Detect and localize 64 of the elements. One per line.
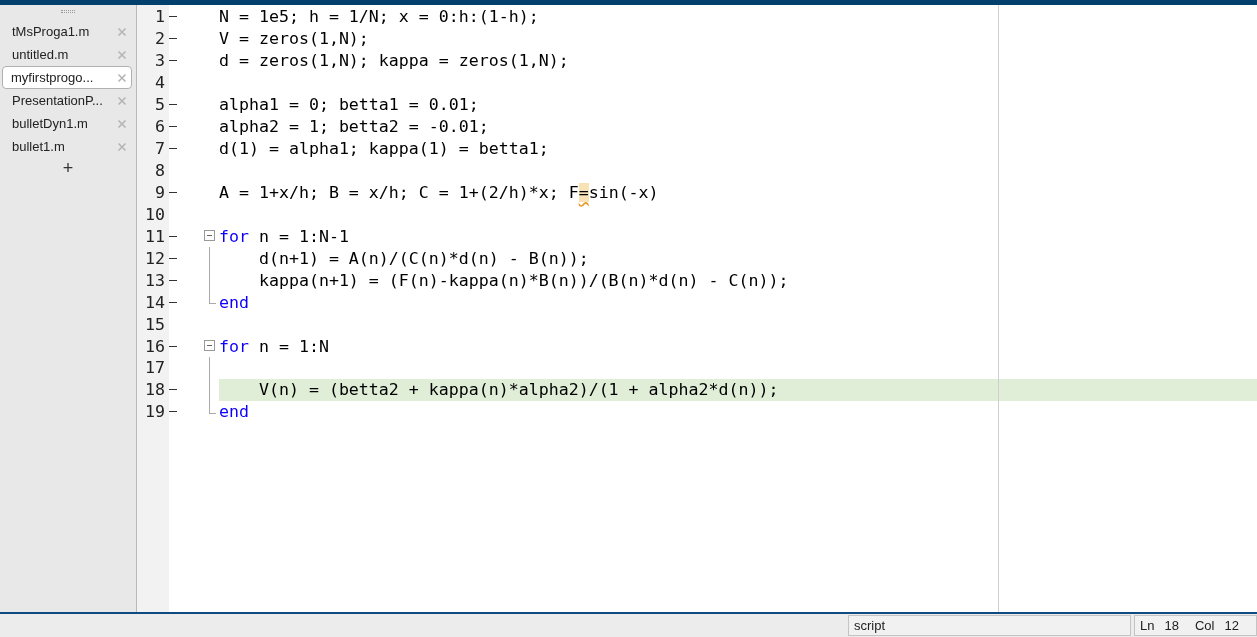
code-line: end	[219, 292, 249, 312]
resize-grip[interactable]	[61, 10, 75, 13]
file-tab[interactable]: bulletDyn1.m	[6, 112, 132, 135]
breakpoint-marker[interactable]	[169, 235, 177, 237]
line-number: 18	[144, 380, 165, 400]
line-number: 5	[154, 95, 165, 115]
code-line: d(1) = alpha1; kappa(1) = betta1;	[219, 139, 549, 159]
file-tab[interactable]: PresentationP...	[6, 89, 132, 112]
file-type-field: script	[848, 615, 1131, 636]
line-number: 8	[154, 161, 165, 181]
code-line: d(n+1) = A(n)/(C(n)*d(n) - B(n));	[257, 248, 589, 268]
new-tab-button[interactable]: +	[58, 158, 78, 178]
line-number: 15	[144, 314, 165, 334]
breakpoint-marker[interactable]	[169, 16, 177, 18]
line-label: Ln	[1140, 618, 1155, 633]
code-line: V = zeros(1,N);	[219, 29, 369, 49]
line-number: 1	[154, 7, 165, 27]
file-tab[interactable]: tMsProga1.m	[6, 20, 132, 43]
line-number: 3	[154, 51, 165, 71]
line-number: 2	[154, 29, 165, 49]
line-number: 16	[144, 336, 165, 356]
file-tab[interactable]: myfirstprogo...	[2, 66, 132, 89]
fold-toggle-icon[interactable]	[204, 340, 215, 352]
column-label: Col	[1194, 618, 1215, 633]
code-line: for n = 1:N	[219, 336, 329, 356]
fold-end-line	[209, 400, 216, 414]
line-number: 12	[144, 248, 165, 268]
code-line: alpha2 = 1; betta2 = -0.01;	[219, 117, 489, 137]
line-number: 14	[144, 292, 165, 312]
breakpoint-marker[interactable]	[169, 345, 177, 347]
code-line: for n = 1:N-1	[219, 226, 349, 246]
breakpoint-marker[interactable]	[169, 60, 177, 62]
line-number: 13	[144, 270, 165, 290]
line-number: 10	[144, 204, 165, 224]
line-number: 17	[144, 358, 165, 378]
breakpoint-marker[interactable]	[169, 38, 177, 40]
breakpoint-marker[interactable]	[169, 301, 177, 303]
line-number: 18	[1164, 618, 1179, 633]
line-number: 4	[154, 73, 165, 93]
code-line: d = zeros(1,N); kappa = zeros(1,N);	[219, 51, 569, 71]
line-number: 6	[154, 117, 165, 137]
breakpoint-marker[interactable]	[169, 148, 177, 150]
breakpoint-marker[interactable]	[169, 411, 177, 413]
file-tab[interactable]: untitled.m	[6, 43, 132, 66]
breakpoint-marker[interactable]	[169, 257, 177, 259]
line-number: 19	[144, 402, 165, 422]
fold-end-line	[209, 291, 216, 305]
breakpoint-marker[interactable]	[169, 104, 177, 106]
code-line: end	[219, 402, 249, 422]
code-line: kappa(n+1) = (F(n)-kappa(n)*B(n))/(B(n)*d(n) - C(n));	[257, 270, 789, 290]
code-line: alpha1 = 0; betta1 = 0.01;	[219, 95, 479, 115]
breakpoint-marker[interactable]	[169, 279, 177, 281]
code-line: V(n) = (betta2 + kappa(n)*alpha2)/(1 + alpha2*d(n));	[257, 380, 779, 400]
code-line: N = 1e5; h = 1/N; x = 0:h:(1-h);	[219, 7, 539, 27]
breakpoint-marker[interactable]	[169, 389, 177, 391]
breakpoint-marker[interactable]	[169, 126, 177, 128]
line-number: 7	[154, 139, 165, 159]
column-number: 12	[1224, 618, 1239, 633]
line-number: 11	[144, 226, 165, 246]
fold-toggle-icon[interactable]	[204, 230, 215, 242]
line-number: 9	[154, 182, 165, 202]
file-tab[interactable]: bullet1.m	[6, 135, 132, 158]
code-line: A = 1+x/h; B = x/h; C = 1+(2/h)*x; F=sin(-x)	[219, 182, 659, 202]
breakpoint-marker[interactable]	[169, 191, 177, 193]
